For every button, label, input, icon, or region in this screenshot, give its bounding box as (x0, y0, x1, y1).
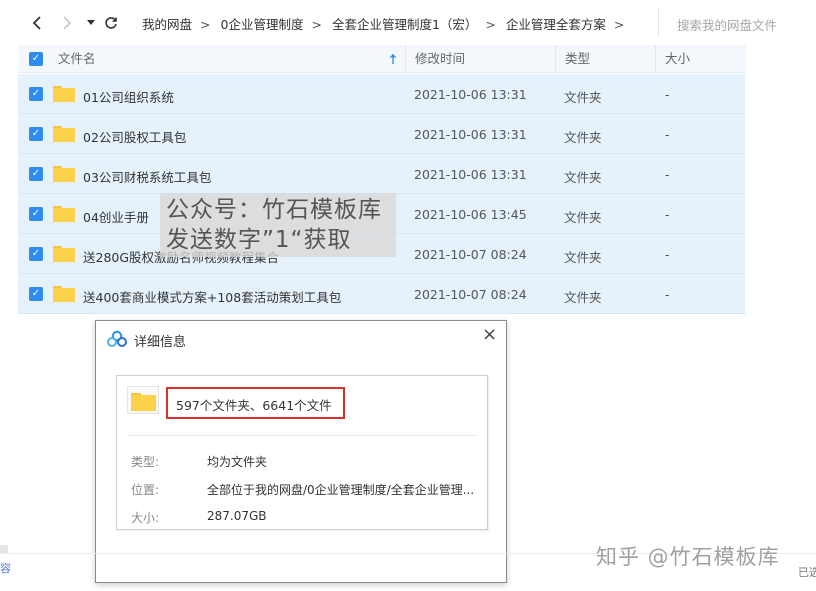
table-row[interactable]: ✓ 02公司股权工具包 2021-10-06 13:31 文件夹 - (18, 114, 745, 154)
folder-icon (53, 86, 75, 102)
file-type: 文件夹 (564, 170, 602, 185)
sidebar-edge-text: 容 (0, 562, 11, 575)
folder-icon (53, 206, 75, 222)
selection-summary: 597个文件夹、6641个文件 (166, 387, 345, 419)
dialog-title: 详细信息 (134, 335, 187, 350)
zhihu-watermark: 知乎 @竹石模板库 (596, 545, 780, 569)
status-selected: 已选 (798, 566, 816, 579)
file-size: - (665, 247, 670, 262)
folder-icon (53, 286, 75, 302)
scrollbar-stub (0, 545, 8, 553)
modified-time: 2021-10-07 08:24 (414, 287, 527, 302)
breadcrumb-separator: > (613, 17, 625, 32)
select-all-checkbox[interactable]: ✓ (29, 52, 43, 66)
breadcrumb: 我的网盘 >0企业管理制度 > 全套企业管理制度1（宏） > 企业管理全套方案 > (142, 14, 634, 33)
table-row[interactable]: ✓ 送400套商业模式方案+108套活动策划工具包 2021-10-07 08:… (18, 274, 745, 314)
caret-down-icon (87, 20, 95, 25)
file-type: 文件夹 (564, 130, 602, 145)
size-value: 287.07GB (207, 509, 267, 523)
row-checkbox[interactable]: ✓ (29, 287, 43, 301)
type-value: 均为文件夹 (207, 455, 268, 469)
breadcrumb-separator: > (485, 17, 496, 32)
row-checkbox[interactable]: ✓ (29, 127, 43, 141)
file-name[interactable]: 02公司股权工具包 (83, 127, 186, 146)
size-label: 大小: (131, 511, 160, 525)
modified-time: 2021-10-06 13:45 (414, 207, 527, 222)
folder-icon (127, 386, 159, 414)
cloud-icon (107, 330, 127, 348)
refresh-button[interactable] (101, 12, 121, 34)
folder-icon (53, 166, 75, 182)
table-row[interactable]: ✓ 03公司财税系统工具包 2021-10-06 13:31 文件夹 - (18, 154, 745, 194)
row-checkbox[interactable]: ✓ (29, 247, 43, 261)
file-size: - (665, 167, 670, 182)
breadcrumb-item[interactable]: 0企业管理制度 (221, 17, 304, 32)
breadcrumb-item[interactable]: 企业管理全套方案 (506, 17, 606, 32)
arrow-up-icon[interactable] (388, 45, 398, 76)
file-size: - (665, 87, 670, 102)
modified-time: 2021-10-06 13:31 (414, 87, 527, 102)
file-type: 文件夹 (564, 210, 602, 225)
file-type: 文件夹 (564, 290, 602, 305)
details-dialog: 详细信息 × 597个文件夹、6641个文件 类型: 均为文件夹 位置: 全部位… (95, 320, 507, 583)
type-label: 类型: (131, 455, 160, 469)
row-checkbox[interactable]: ✓ (29, 207, 43, 221)
breadcrumb-separator: > (200, 17, 211, 32)
header-type[interactable]: 类型 (555, 45, 655, 73)
modified-time: 2021-10-06 13:31 (414, 127, 527, 142)
header-name[interactable]: 文件名 (58, 45, 398, 73)
close-button[interactable]: × (482, 324, 497, 345)
watermark-overlay: 公众号：竹石模板库 发送数字”1“获取 (160, 193, 396, 257)
file-type: 文件夹 (564, 90, 602, 105)
row-checkbox[interactable]: ✓ (29, 87, 43, 101)
breadcrumb-item[interactable]: 全套企业管理制度1（宏） (332, 17, 477, 32)
breadcrumb-item[interactable]: 我的网盘 (142, 17, 192, 32)
search-input[interactable]: 搜索我的网盘文件 (658, 9, 816, 37)
refresh-icon (105, 17, 117, 29)
chevron-right-icon (63, 16, 72, 30)
folder-icon (53, 246, 75, 262)
modified-time: 2021-10-06 13:31 (414, 167, 527, 182)
location-label: 位置: (131, 483, 160, 497)
file-size: - (665, 127, 670, 142)
chevron-left-icon (32, 16, 41, 30)
details-panel: 597个文件夹、6641个文件 类型: 均为文件夹 位置: 全部位于我的网盘/0… (116, 375, 488, 530)
watermark-line: 发送数字”1“获取 (166, 227, 352, 253)
header-size[interactable]: 大小 (655, 45, 746, 73)
toolbar: 我的网盘 >0企业管理制度 > 全套企业管理制度1（宏） > 企业管理全套方案 > 搜索我的… (0, 0, 816, 46)
modified-time: 2021-10-07 08:24 (414, 247, 527, 262)
file-type: 文件夹 (564, 250, 602, 265)
history-dropdown-button[interactable] (81, 12, 101, 34)
row-checkbox[interactable]: ✓ (29, 167, 43, 181)
file-name[interactable]: 03公司财税系统工具包 (83, 167, 211, 186)
folder-icon (53, 126, 75, 142)
file-name[interactable]: 04创业手册 (83, 207, 149, 226)
file-size: - (665, 287, 670, 302)
file-name[interactable]: 01公司组织系统 (83, 87, 174, 106)
header-time[interactable]: 修改时间 (405, 45, 555, 73)
breadcrumb-separator: > (311, 17, 322, 32)
file-name[interactable]: 送400套商业模式方案+108套活动策划工具包 (83, 287, 341, 306)
back-button[interactable] (27, 12, 47, 34)
watermark-line: 公众号：竹石模板库 (166, 197, 382, 223)
divider (127, 435, 477, 436)
column-header: ✓ 文件名 修改时间 类型 大小 (18, 45, 746, 73)
location-value: 全部位于我的网盘/0企业管理制度/全套企业管理... (207, 483, 475, 497)
file-size: - (665, 207, 670, 222)
table-row[interactable]: ✓ 01公司组织系统 2021-10-06 13:31 文件夹 - (18, 74, 745, 114)
forward-button[interactable] (57, 12, 77, 34)
